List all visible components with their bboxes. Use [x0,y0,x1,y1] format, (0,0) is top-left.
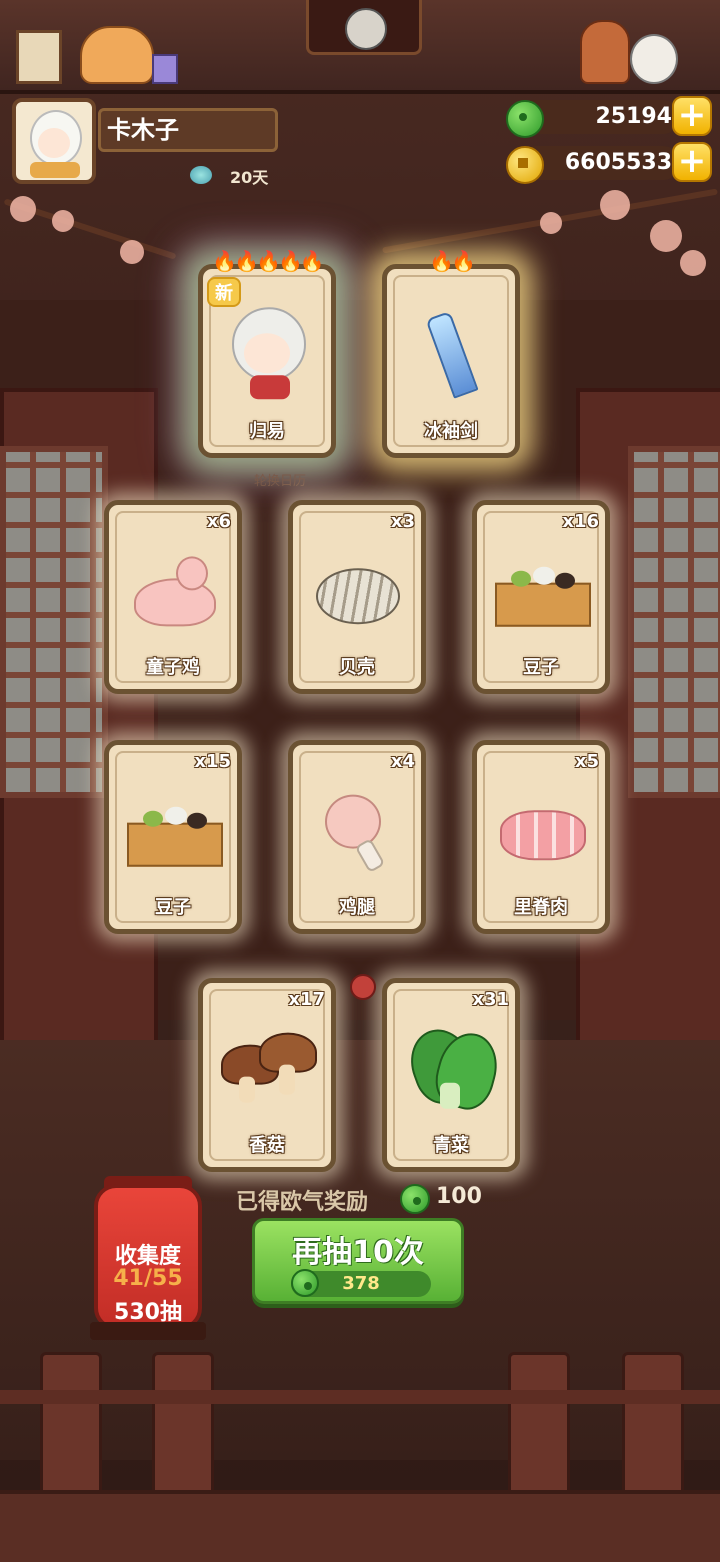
item-card[interactable]: x5 里脊肉 [472,740,610,934]
item-qty: x17 [288,989,325,1010]
collection-lantern[interactable]: 收集度 41/55 530抽 [94,1184,202,1330]
lantern-base [90,1322,206,1340]
cat-decoration [80,26,154,84]
fence-post [152,1352,214,1498]
item-qty: x16 [562,511,599,532]
card-name: 冰袖剑 [424,421,478,442]
item-card[interactable]: x4 鸡腿 [288,740,426,934]
featured-card[interactable]: 🔥🔥🔥🔥🔥 新 归易 [198,249,336,458]
featured-card[interactable]: 🔥🔥 冰袖剑 [382,249,520,458]
blossom [52,210,74,232]
blossom [650,220,682,252]
item-qty: x4 [390,751,415,772]
character-portrait-icon [222,297,312,407]
item-qty: x15 [194,751,231,772]
card-name: 青菜 [433,1135,469,1156]
figure-decoration [580,20,630,84]
item-qty: x31 [472,989,509,1010]
beans-box-icon [491,559,591,627]
coin-icon [506,146,544,184]
jade-icon [400,1184,430,1214]
drumstick-icon [317,791,397,874]
blossom [680,250,706,276]
draw-again-button[interactable]: 再抽10次 378 [252,1218,464,1304]
rarity-flames: 🔥🔥 [429,249,476,273]
jade-amount: 25194 [595,104,672,129]
left-window [0,446,108,798]
item-qty: x5 [574,751,599,772]
jade-icon [291,1269,319,1297]
fence-post [622,1352,684,1498]
card-name: 贝壳 [339,657,375,678]
calendar-label: 轮换日历 [254,474,307,489]
avatar[interactable] [12,98,96,184]
draw-cost-value: 378 [342,1273,380,1294]
item-card[interactable]: x16 豆子 [472,500,610,694]
blossom [540,212,562,234]
jade-icon [506,100,544,138]
blossom [600,190,630,220]
tenderloin-icon [496,802,586,862]
top-sign [306,0,422,55]
item-card[interactable]: x31 青菜 [382,978,520,1172]
right-window [628,446,720,798]
beans-box-icon [123,799,223,867]
player-name: 卡木子 [98,108,278,152]
card-name: 豆子 [523,657,559,678]
scroll-decoration [16,30,62,84]
greens-icon [401,1020,505,1116]
item-card[interactable]: x3 贝壳 [288,500,426,694]
reward-value: 100 [436,1184,482,1209]
blossom [10,196,36,222]
coin-amount: 6605533 [564,150,672,175]
collection-progress: 41/55 [113,1266,183,1291]
item-card[interactable]: x6 童子鸡 [104,500,242,694]
blossom [120,240,144,264]
fence-post [40,1352,102,1498]
draw-button-label: 再抽10次 [292,1235,424,1270]
card-name: 豆子 [155,897,191,918]
item-qty: x3 [390,511,415,532]
rarity-flames: 🔥🔥🔥🔥🔥 [212,249,325,273]
item-card[interactable]: x15 豆子 [104,740,242,934]
days-count: 20天 [230,168,269,187]
item-qty: x6 [206,511,231,532]
chicken-icon [128,556,218,627]
calendar-icon [190,166,212,184]
ghost-cat-decoration [630,34,678,84]
lucky-charm-icon [350,974,376,1000]
bottom-bar [0,1490,720,1562]
ice-sword-icon [421,309,481,399]
add-coin-button[interactable]: + [672,142,712,182]
vase-decoration [152,54,178,84]
card-name: 香菇 [249,1135,285,1156]
reward-label: 已得欧气奖励 [236,1190,369,1215]
fence-post [508,1352,570,1498]
card-name: 里脊肉 [514,897,568,918]
item-card[interactable]: x17 香菇 [198,978,336,1172]
fence-rail [0,1390,720,1404]
card-name: 鸡腿 [339,897,375,918]
shell-icon [312,562,402,625]
card-name: 归易 [249,421,285,442]
add-jade-button[interactable]: + [672,96,712,136]
card-name: 童子鸡 [146,657,200,678]
mushroom-icon [219,1029,317,1109]
